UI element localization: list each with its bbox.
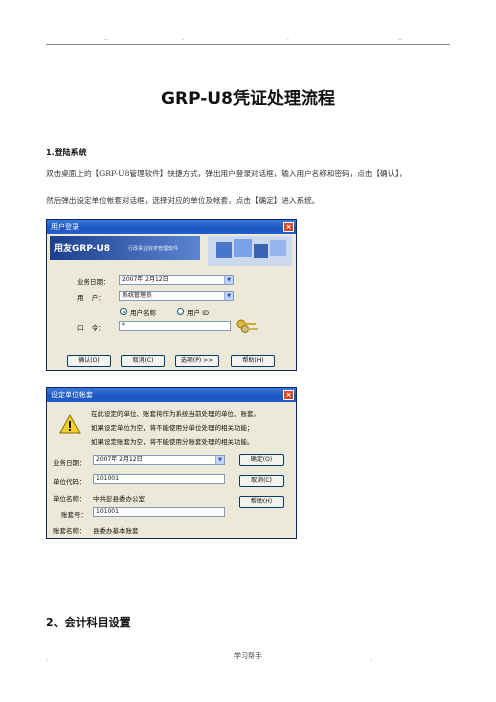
close-icon[interactable]: × (283, 390, 294, 400)
options-button[interactable]: 选项(P) >> (175, 355, 219, 367)
login-dialog: 用户登录 × 用友GRP-U8 行政事业财务管理软件 业务日期： 2007年 2… (46, 219, 297, 371)
user-label: 用 户： (77, 294, 105, 302)
document-title: GRP-U8凭证处理流程 (161, 89, 335, 109)
paragraph-line: 然后弹出设定单位帐套对话框，选择对应的单位及帐套，点击【确定】进入系统。 (46, 196, 320, 205)
login-dialog-titlebar: 用户登录 × (47, 220, 296, 234)
account-dialog-title: 设定单位帐套 (51, 391, 93, 399)
account-no-field[interactable]: 101001 (93, 507, 225, 517)
unit-code-label: 单位代码： (53, 478, 86, 486)
account-name-value: 县委办基本账套 (93, 527, 139, 535)
header-rule (46, 44, 450, 45)
account-name-label: 账套名称： (53, 527, 86, 535)
header-mark: . (287, 35, 289, 42)
cancel-button[interactable]: 取消(C) (239, 475, 284, 487)
account-dialog: 设定单位帐套 × 在此设定的单位、账套将作为系统当前处理的单位、账套。 如果设定… (46, 387, 297, 539)
password-label: 口 令： (77, 324, 105, 332)
date-field[interactable]: 2007年 2月12日 ▼ (93, 455, 225, 465)
header-mark: . (182, 35, 184, 42)
unit-name-value: 中共彭县委办公室 (93, 495, 145, 503)
date-label: 业务日期： (77, 278, 110, 286)
date-field[interactable]: 2007年 2月12日 ▼ (119, 275, 234, 285)
keys-icon (236, 319, 258, 333)
header-mark: .. (398, 35, 402, 42)
ok-button[interactable]: 确定(O) (239, 454, 284, 466)
footer-mark: . (370, 656, 372, 663)
help-button[interactable]: 帮助(H) (239, 496, 284, 508)
unit-code-field[interactable]: 101001 (93, 474, 225, 484)
info-message: 如果设定账套为空，将不能使用分账套处理的相关功能。 (91, 438, 254, 446)
radio-user-name[interactable] (120, 308, 127, 315)
close-icon[interactable]: × (283, 222, 294, 232)
info-message: 在此设定的单位、账套将作为系统当前处理的单位、账套。 (91, 410, 260, 418)
date-value: 2007年 2月12日 (96, 456, 143, 463)
radio-user-name-label: 用户名称 (130, 309, 156, 317)
user-select[interactable]: 系统管理员 ▼ (119, 291, 234, 301)
brand-logo: 用友GRP-U8 (54, 244, 111, 254)
info-message: 如果设定单位为空，将不能使用分单位处理的相关功能； (91, 424, 254, 432)
section-heading: 1.登陆系统 (46, 148, 87, 157)
chevron-down-icon[interactable]: ▼ (224, 276, 233, 284)
radio-user-id-label: 用户 ID (187, 309, 209, 317)
account-no-label: 账套号： (61, 511, 87, 519)
date-label: 业务日期： (53, 459, 86, 467)
chevron-down-icon[interactable]: ▼ (215, 456, 224, 464)
chevron-down-icon[interactable]: ▼ (224, 292, 233, 300)
confirm-button[interactable]: 确认(O) (67, 355, 111, 367)
password-value: * (122, 322, 125, 329)
section-heading: 2、会计科目设置 (46, 616, 131, 629)
brand-subtitle: 行政事业财务管理软件 (128, 246, 179, 252)
help-button[interactable]: 帮助(H) (231, 355, 275, 367)
header-mark: .. (104, 35, 108, 42)
brand-banner: 用友GRP-U8 行政事业财务管理软件 (50, 236, 200, 260)
cancel-button[interactable]: 取消(C) (121, 355, 165, 367)
account-dialog-titlebar: 设定单位帐套 × (47, 388, 296, 402)
radio-user-id[interactable] (177, 308, 184, 315)
cubes-icon (208, 236, 292, 266)
unit-code-value: 101001 (96, 475, 119, 482)
paragraph-line: 双击桌面上的【GRP-U8管理软件】快捷方式，弹出用户登录对话框，输入用户名称和… (46, 169, 407, 178)
login-dialog-title: 用户登录 (51, 223, 79, 231)
warning-icon (59, 414, 81, 434)
unit-name-label: 单位名称： (53, 495, 86, 503)
password-field[interactable]: * (119, 321, 231, 331)
footer-text: 学习帮手 (234, 652, 262, 660)
user-value: 系统管理员 (122, 292, 153, 299)
date-value: 2007年 2月12日 (122, 276, 169, 283)
account-no-value: 101001 (96, 508, 119, 515)
